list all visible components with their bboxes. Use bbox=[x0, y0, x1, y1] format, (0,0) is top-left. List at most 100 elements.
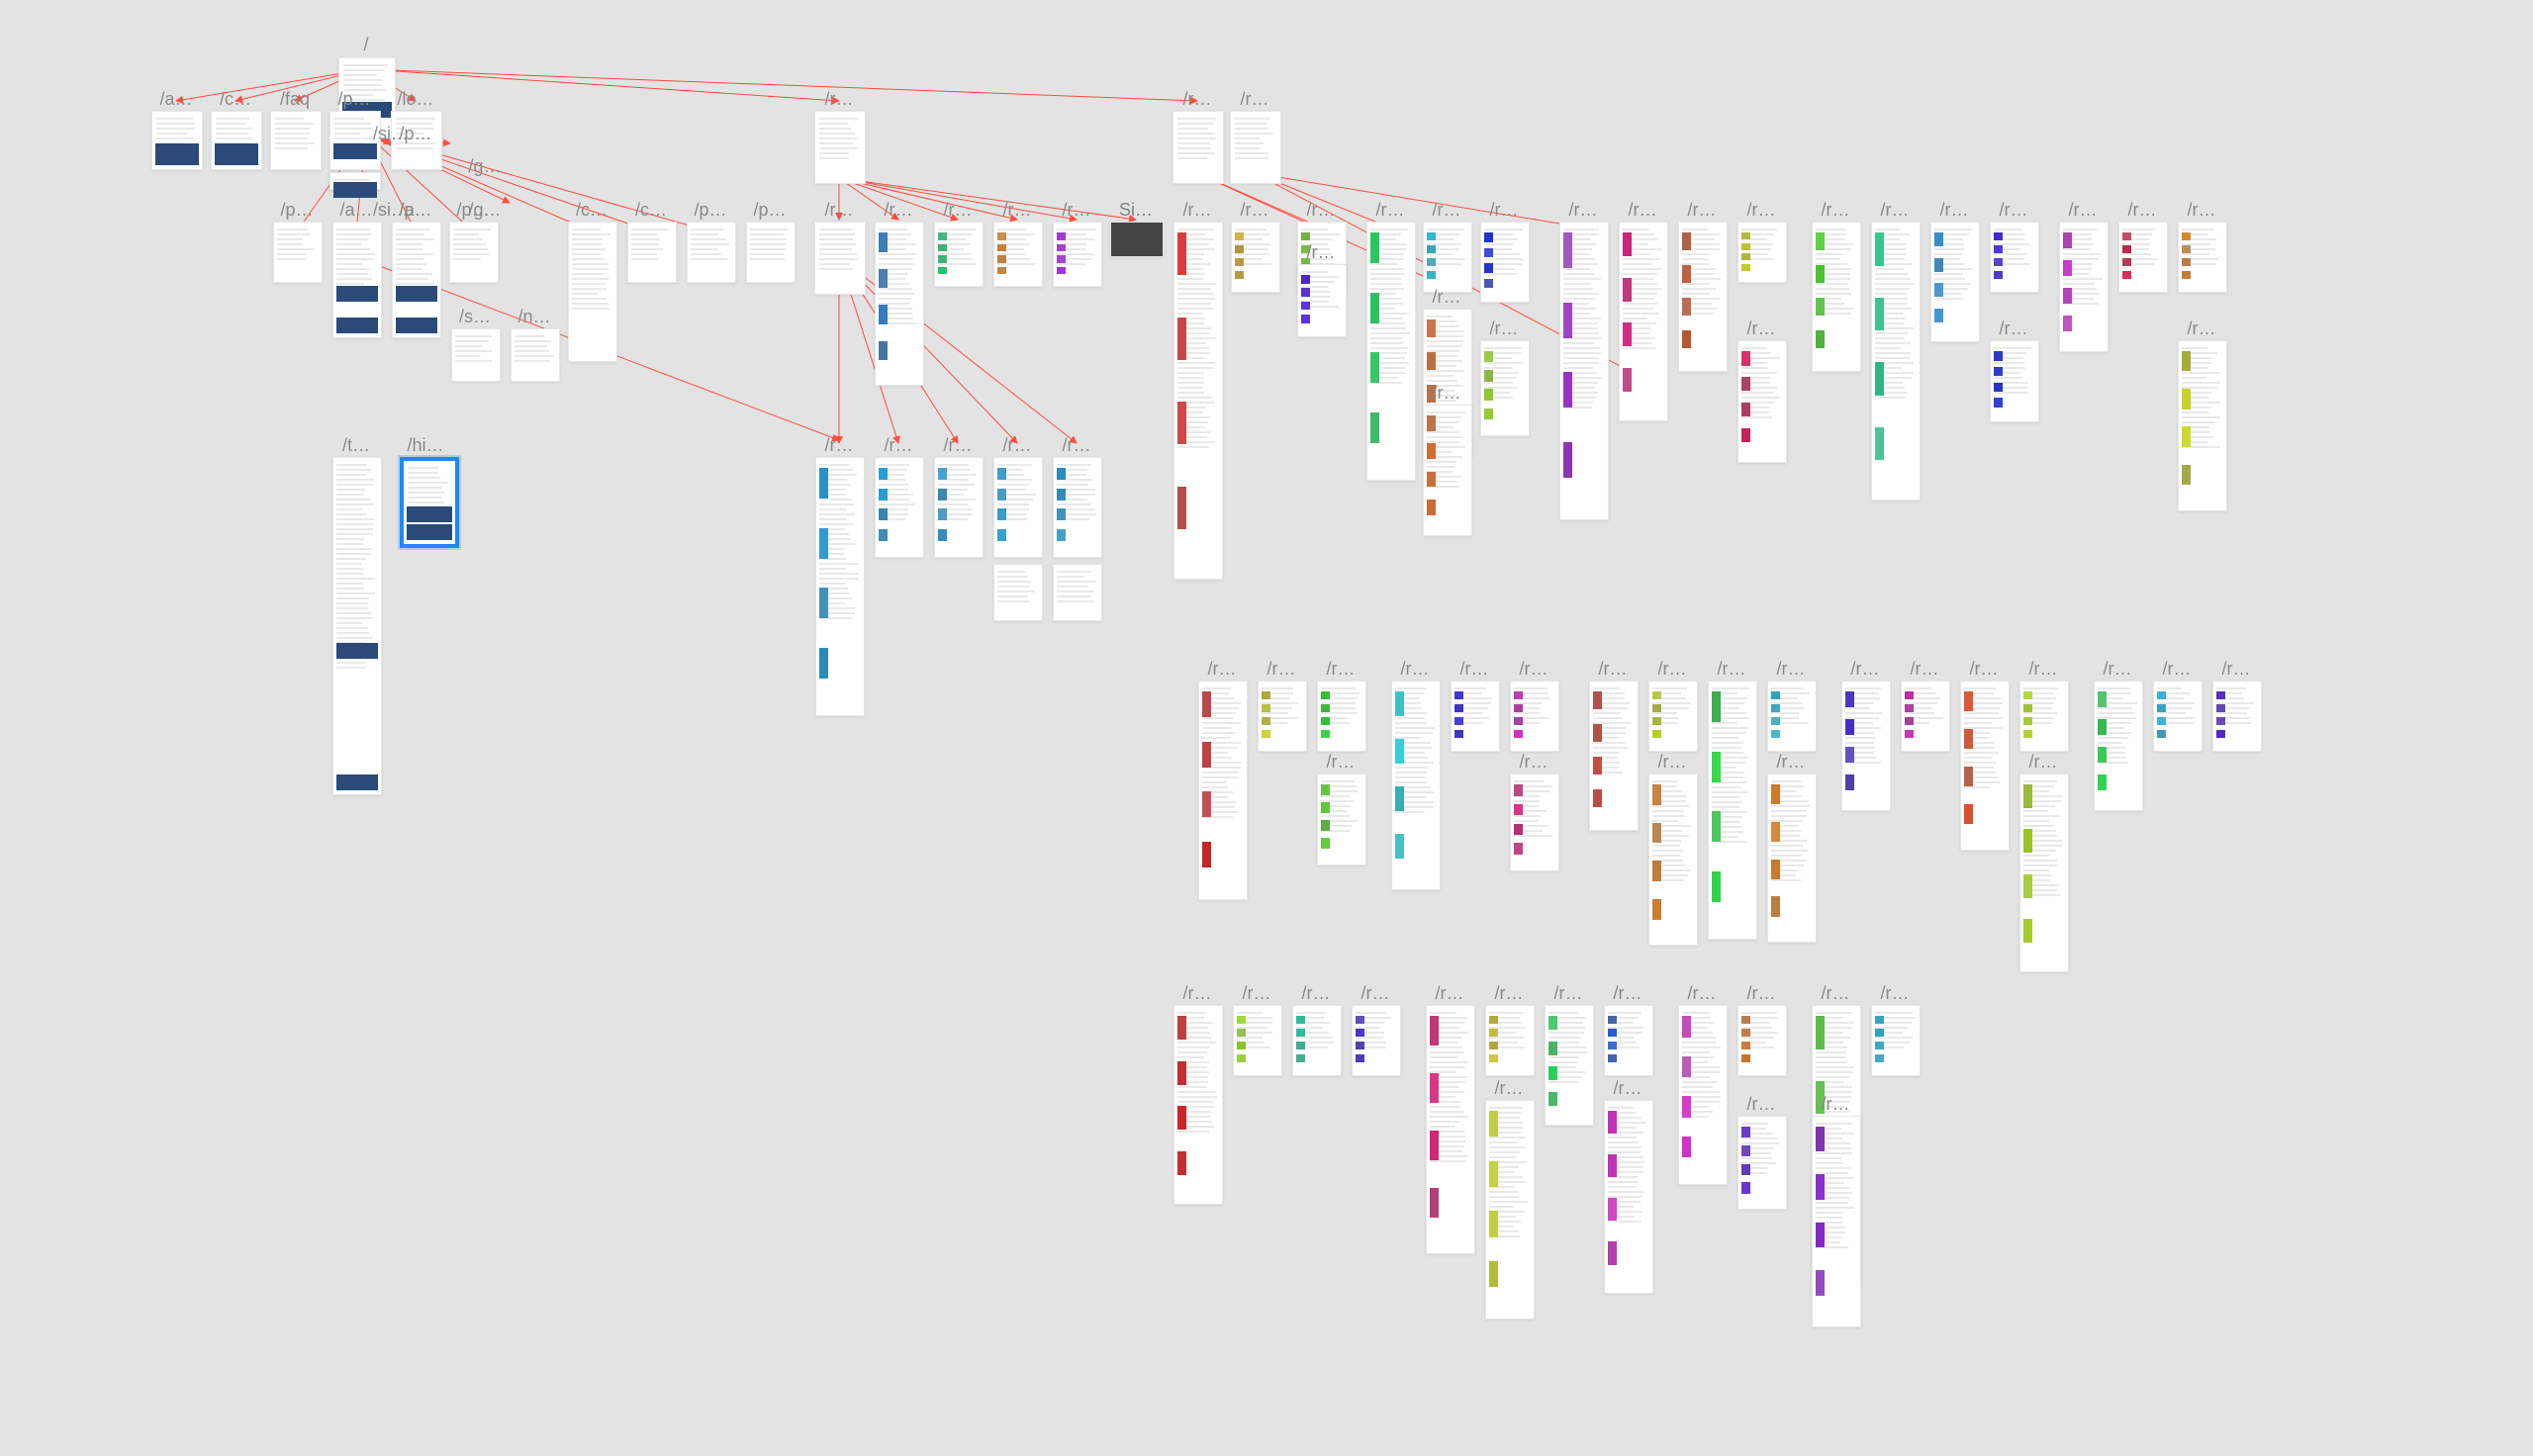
node-label: /p… bbox=[337, 89, 370, 110]
page-thumbnail[interactable] bbox=[993, 457, 1043, 558]
page-thumbnail[interactable] bbox=[1737, 1005, 1787, 1076]
page-thumbnail[interactable] bbox=[1812, 222, 1861, 372]
page-thumbnail[interactable] bbox=[451, 328, 501, 382]
page-thumbnail[interactable] bbox=[2019, 774, 2069, 972]
page-thumbnail[interactable] bbox=[993, 222, 1043, 287]
page-thumbnail[interactable] bbox=[2059, 222, 2109, 352]
page-thumbnail[interactable] bbox=[875, 222, 924, 386]
page-thumbnail[interactable] bbox=[1930, 222, 1980, 342]
page-thumbnail[interactable] bbox=[270, 111, 322, 170]
page-thumbnail[interactable] bbox=[1767, 774, 1817, 943]
page-thumbnail[interactable] bbox=[993, 564, 1043, 621]
page-thumbnail[interactable] bbox=[1480, 340, 1530, 436]
page-thumbnail[interactable] bbox=[2212, 681, 2262, 752]
page-thumbnail[interactable] bbox=[1297, 264, 1347, 337]
page-thumbnail[interactable] bbox=[1648, 681, 1698, 752]
page-thumbnail[interactable] bbox=[1990, 222, 2039, 293]
page-thumbnail[interactable] bbox=[332, 222, 382, 338]
page-thumbnail[interactable] bbox=[1480, 222, 1530, 303]
page-thumbnail[interactable] bbox=[1110, 222, 1164, 257]
page-thumbnail[interactable] bbox=[1678, 1005, 1728, 1185]
page-thumbnail[interactable] bbox=[1841, 681, 1891, 811]
page-thumbnail[interactable] bbox=[273, 222, 323, 283]
page-thumbnail[interactable] bbox=[1426, 1005, 1475, 1254]
page-thumbnail[interactable] bbox=[687, 222, 736, 283]
page-thumbnail[interactable] bbox=[329, 172, 381, 190]
sitemap-canvas[interactable]: { "root":{"label":"/","x":370,"y":35}, "… bbox=[0, 0, 2533, 1456]
page-thumbnail[interactable] bbox=[1317, 774, 1366, 865]
page-thumbnail[interactable] bbox=[1451, 681, 1500, 752]
page-thumbnail[interactable] bbox=[1737, 222, 1787, 283]
page-thumbnail[interactable] bbox=[1173, 1005, 1223, 1205]
page-thumbnail[interactable] bbox=[1619, 222, 1668, 421]
page-thumbnail[interactable] bbox=[1391, 681, 1441, 890]
page-thumbnail[interactable] bbox=[1604, 1005, 1653, 1076]
page-thumbnail[interactable] bbox=[1678, 222, 1728, 372]
node-label: /r… bbox=[1495, 983, 1524, 1004]
page-thumbnail[interactable] bbox=[211, 111, 262, 170]
node-label: /c… bbox=[220, 89, 251, 110]
page-thumbnail[interactable] bbox=[1485, 1100, 1535, 1320]
page-thumbnail[interactable] bbox=[1708, 681, 1757, 940]
page-thumbnail[interactable] bbox=[2178, 340, 2227, 511]
page-thumbnail[interactable] bbox=[1053, 564, 1102, 621]
page-thumbnail[interactable] bbox=[1604, 1100, 1653, 1294]
page-thumbnail[interactable] bbox=[1871, 1005, 1921, 1076]
page-thumbnail[interactable] bbox=[449, 222, 499, 283]
page-thumbnail[interactable] bbox=[151, 111, 203, 170]
page-thumbnail[interactable] bbox=[1053, 457, 1102, 558]
page-thumbnail[interactable] bbox=[2178, 222, 2227, 293]
selected-page-thumbnail[interactable] bbox=[400, 457, 459, 548]
page-thumbnail[interactable] bbox=[627, 222, 677, 283]
node-label: /p… bbox=[280, 200, 313, 221]
page-thumbnail[interactable] bbox=[1230, 111, 1281, 184]
page-thumbnail[interactable] bbox=[568, 222, 617, 362]
page-thumbnail[interactable] bbox=[2118, 222, 2168, 293]
page-thumbnail[interactable] bbox=[1648, 774, 1698, 946]
page-thumbnail[interactable] bbox=[2153, 681, 2203, 752]
page-thumbnail[interactable] bbox=[1231, 222, 1280, 293]
page-thumbnail[interactable] bbox=[1990, 340, 2039, 422]
page-thumbnail[interactable] bbox=[1233, 1005, 1282, 1076]
page-thumbnail[interactable] bbox=[1767, 681, 1817, 752]
node-label: /r… bbox=[1520, 752, 1548, 773]
page-thumbnail[interactable] bbox=[2019, 681, 2069, 752]
page-thumbnail[interactable] bbox=[1423, 405, 1472, 536]
page-thumbnail[interactable] bbox=[332, 457, 382, 795]
page-thumbnail[interactable] bbox=[511, 328, 560, 382]
node-label: /r… bbox=[1302, 983, 1331, 1004]
page-thumbnail[interactable] bbox=[934, 457, 984, 558]
page-thumbnail[interactable] bbox=[934, 222, 984, 287]
page-thumbnail[interactable] bbox=[1485, 1005, 1535, 1076]
page-thumbnail[interactable] bbox=[1173, 222, 1223, 580]
page-thumbnail[interactable] bbox=[1510, 681, 1559, 752]
page-thumbnail[interactable] bbox=[1173, 111, 1224, 184]
page-thumbnail[interactable] bbox=[1258, 681, 1307, 752]
page-thumbnail[interactable] bbox=[1737, 340, 1787, 463]
page-thumbnail[interactable] bbox=[1317, 681, 1366, 752]
page-thumbnail[interactable] bbox=[1871, 222, 1921, 500]
page-thumbnail[interactable] bbox=[1737, 1116, 1787, 1210]
page-thumbnail[interactable] bbox=[1198, 681, 1248, 900]
page-thumbnail[interactable] bbox=[1423, 222, 1472, 293]
page-thumbnail[interactable] bbox=[392, 222, 441, 338]
page-thumbnail[interactable] bbox=[746, 222, 796, 283]
page-thumbnail[interactable] bbox=[875, 457, 924, 558]
page-thumbnail[interactable] bbox=[814, 222, 866, 295]
page-thumbnail[interactable] bbox=[1812, 1116, 1861, 1327]
page-thumbnail[interactable] bbox=[1589, 681, 1639, 831]
page-thumbnail[interactable] bbox=[1901, 681, 1950, 752]
page-thumbnail[interactable] bbox=[1960, 681, 2010, 851]
page-thumbnail[interactable] bbox=[1053, 222, 1102, 287]
page-thumbnail[interactable] bbox=[1510, 774, 1559, 871]
page-thumbnail[interactable] bbox=[1559, 222, 1609, 520]
page-thumbnail[interactable] bbox=[2094, 681, 2143, 811]
page-thumbnail[interactable] bbox=[1366, 222, 1416, 481]
page-thumbnail[interactable] bbox=[814, 111, 866, 184]
node-label: /r… bbox=[1658, 752, 1687, 773]
node-label: /r… bbox=[2222, 659, 2251, 680]
page-thumbnail[interactable] bbox=[815, 457, 865, 716]
page-thumbnail[interactable] bbox=[1545, 1005, 1594, 1126]
page-thumbnail[interactable] bbox=[1352, 1005, 1401, 1076]
page-thumbnail[interactable] bbox=[1292, 1005, 1342, 1076]
